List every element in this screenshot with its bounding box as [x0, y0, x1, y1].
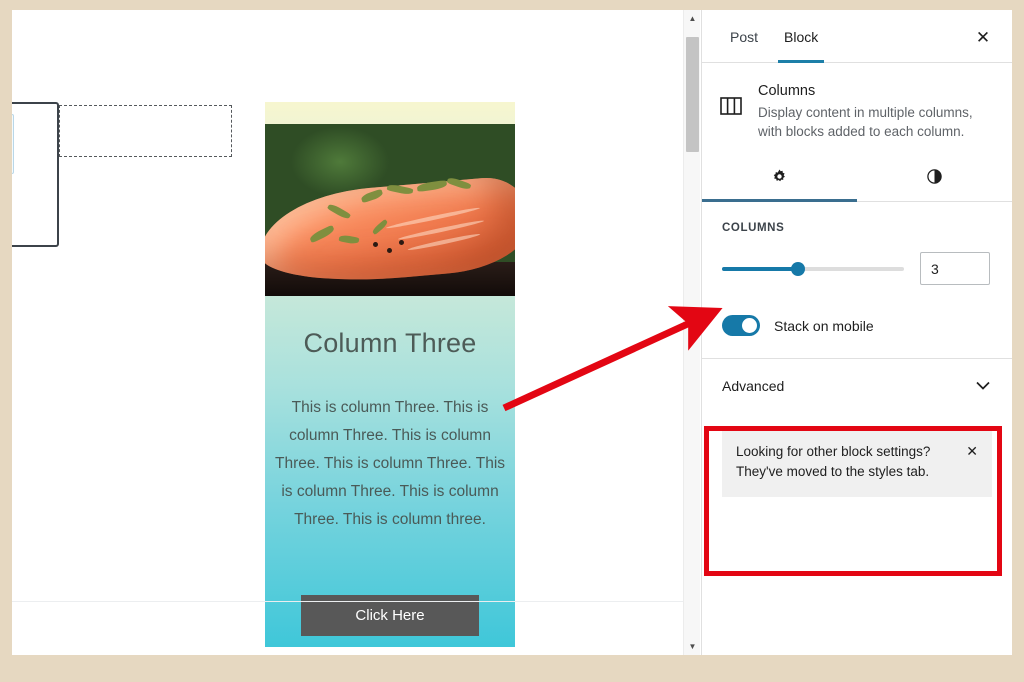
- columns-slider[interactable]: [722, 261, 904, 277]
- scrollbar-thumb[interactable]: [686, 37, 699, 152]
- settings-styles-tabbar: [702, 157, 1012, 202]
- empty-column-placeholder[interactable]: [59, 105, 232, 157]
- scroll-up-arrow-icon[interactable]: ▲: [684, 10, 701, 27]
- block-title: Columns: [758, 83, 816, 99]
- advanced-label: Advanced: [722, 377, 785, 394]
- columns-slider-row: [722, 252, 990, 285]
- sidebar-tabbar: Post Block ✕: [702, 10, 1012, 63]
- editor-canvas: Column Three This is column Three. This …: [12, 10, 683, 655]
- columns-panel: COLUMNS Stack on mobile: [702, 202, 1012, 576]
- column-body-text[interactable]: This is column Three. This is column Thr…: [275, 394, 505, 534]
- close-icon[interactable]: ✕: [972, 26, 994, 48]
- tab-settings[interactable]: [702, 157, 857, 202]
- peppercorn: [387, 248, 392, 253]
- column-heading[interactable]: Column Three: [265, 328, 515, 359]
- scroll-down-arrow-icon[interactable]: ▼: [684, 638, 701, 655]
- peppercorn: [399, 240, 404, 245]
- adjacent-column-inner-block[interactable]: [12, 114, 14, 174]
- block-info-text: Columns Display content in multiple colu…: [758, 83, 990, 141]
- editor-scrollbar[interactable]: ▲ ▼: [683, 10, 700, 655]
- stack-on-mobile-label: Stack on mobile: [774, 317, 874, 334]
- chevron-down-icon: [976, 379, 990, 393]
- peppercorn: [373, 242, 378, 247]
- slider-fill: [722, 266, 799, 271]
- styles-tab-notice: Looking for other block settings? They'v…: [722, 428, 992, 497]
- gear-icon: [771, 168, 788, 190]
- columns-panel-label: COLUMNS: [722, 222, 785, 234]
- notice-close-icon[interactable]: ✕: [966, 443, 978, 460]
- half-circle-contrast-icon: [926, 168, 943, 190]
- app-window: Column Three This is column Three. This …: [12, 10, 1012, 655]
- canvas-bottom-divider: [12, 601, 683, 602]
- tab-post[interactable]: Post: [724, 10, 764, 63]
- stack-on-mobile-row[interactable]: Stack on mobile: [722, 315, 990, 336]
- tab-styles[interactable]: [857, 157, 1012, 201]
- block-description: Display content in multiple columns, wit…: [758, 105, 973, 139]
- column-three-block[interactable]: Column Three This is column Three. This …: [265, 102, 515, 647]
- tab-block[interactable]: Block: [778, 10, 825, 63]
- notice-text: Looking for other block settings? They'v…: [736, 444, 931, 479]
- advanced-section-header[interactable]: Advanced: [702, 358, 1012, 412]
- block-info-card: Columns Display content in multiple colu…: [702, 63, 1012, 157]
- toggle-knob: [742, 318, 757, 333]
- slider-thumb[interactable]: [791, 261, 806, 276]
- columns-icon: [720, 97, 744, 141]
- adjacent-column-block[interactable]: [12, 102, 59, 247]
- stack-on-mobile-toggle[interactable]: [722, 315, 760, 336]
- column-image[interactable]: [265, 124, 515, 296]
- columns-number-input[interactable]: [920, 252, 990, 285]
- block-settings-sidebar: Post Block ✕ Columns Display content in …: [701, 10, 1012, 655]
